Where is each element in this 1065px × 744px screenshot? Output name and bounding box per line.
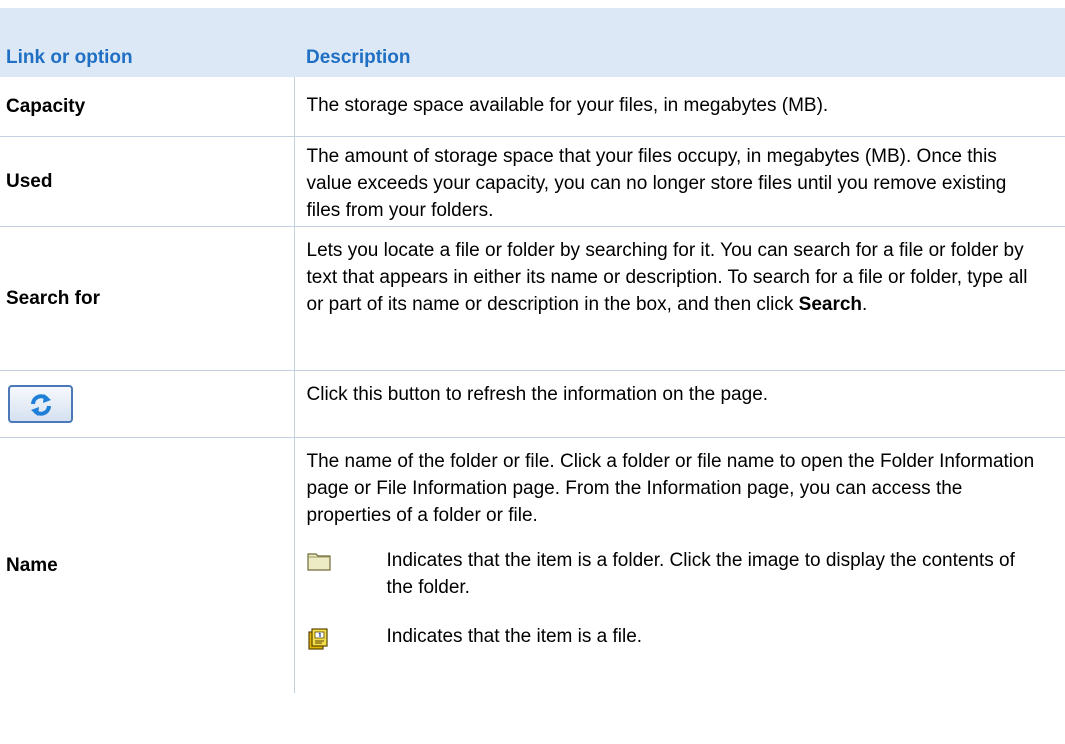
- description-search-for-text: Lets you locate a file or folder by sear…: [307, 237, 1046, 318]
- file-legend-row: Indicates that the item is a file.: [307, 623, 1046, 659]
- table-row-refresh: Click this button to refresh the informa…: [0, 370, 1065, 438]
- table-row-search-for: Search for Lets you locate a file or fol…: [0, 226, 1065, 371]
- description-capacity-text: The storage space available for your fil…: [306, 95, 829, 116]
- description-refresh-text: Click this button to refresh the informa…: [306, 383, 769, 405]
- option-search-for: Search for: [0, 226, 295, 371]
- folder-legend-text: Indicates that the item is a folder. Cli…: [386, 549, 1015, 598]
- header-link-or-option: Link or option: [0, 8, 294, 77]
- search-desc-part1: Lets you locate a file or folder by sear…: [306, 239, 1028, 315]
- refresh-icon: [31, 393, 51, 416]
- description-name-text: The name of the folder or file. Click a …: [306, 450, 1035, 526]
- option-capacity: Capacity: [0, 77, 295, 137]
- file-icon: [307, 623, 387, 659]
- search-button-ref: Search: [798, 293, 863, 315]
- folder-icon: [306, 547, 387, 579]
- description-used: The amount of storage space that your fi…: [294, 136, 1065, 227]
- description-refresh: Click this button to refresh the informa…: [294, 370, 1065, 438]
- table-row-name: Name The name of the folder or file. Cli…: [0, 437, 1065, 693]
- table-header-row: Link or option Description: [0, 8, 1065, 77]
- option-used: Used: [0, 136, 295, 227]
- description-capacity: The storage space available for your fil…: [294, 77, 1065, 137]
- folder-legend-row: Indicates that the item is a folder. Cli…: [306, 547, 1046, 601]
- options-table: Link or option Description Capacity The …: [0, 8, 1065, 693]
- description-used-text: The amount of storage space that your fi…: [306, 145, 1007, 221]
- option-name: Name: [0, 437, 295, 693]
- table-row-used: Used The amount of storage space that yo…: [0, 136, 1065, 227]
- refresh-button[interactable]: [8, 384, 73, 423]
- description-search-for: Lets you locate a file or folder by sear…: [294, 226, 1065, 371]
- search-desc-part2: .: [862, 293, 868, 315]
- file-legend-text: Indicates that the item is a file.: [386, 625, 643, 647]
- option-refresh: [0, 370, 295, 438]
- header-description: Description: [294, 8, 1065, 77]
- table-row-capacity: Capacity The storage space available for…: [0, 77, 1065, 137]
- description-name: The name of the folder or file. Click a …: [294, 437, 1065, 693]
